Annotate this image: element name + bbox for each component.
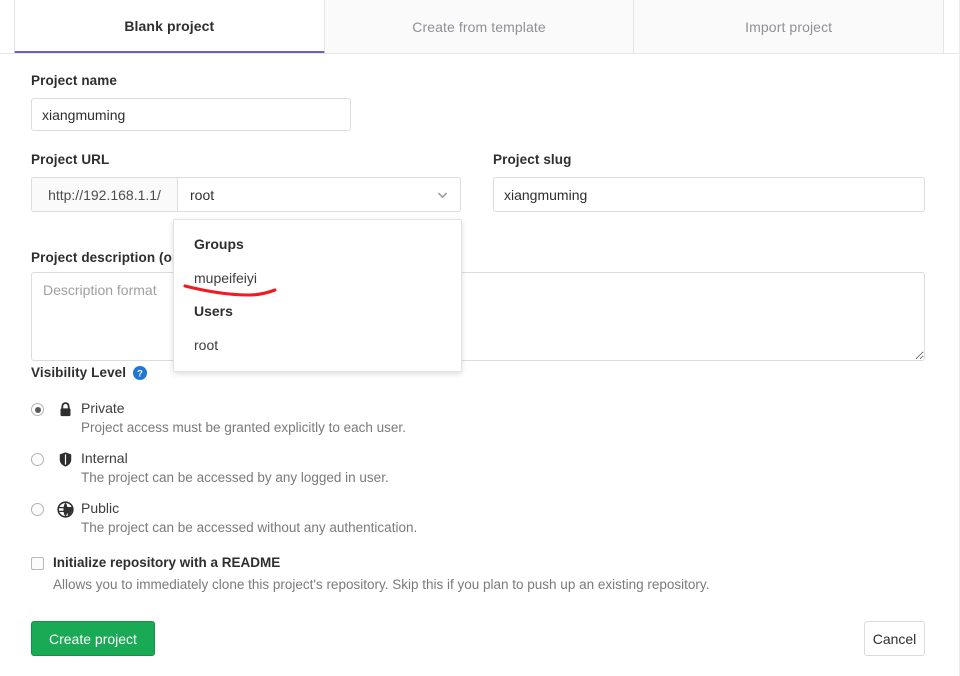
namespace-dropdown-menu[interactable]: Groups mupeifeiyi Users root: [173, 219, 462, 372]
visibility-title: Private: [81, 400, 125, 416]
visibility-description: The project can be accessed by any logge…: [81, 470, 389, 485]
tab-import-project[interactable]: Import project: [634, 0, 945, 54]
visibility-title: Internal: [81, 450, 128, 466]
project-url-prefix: http://192.168.1.1/: [31, 177, 177, 212]
dropdown-groups-header: Groups: [194, 236, 244, 252]
namespace-select-value: root: [190, 186, 215, 203]
project-slug-label: Project slug: [493, 152, 572, 167]
visibility-level-title: Visibility Level: [31, 365, 127, 380]
dropdown-item-root[interactable]: root: [174, 326, 461, 363]
new-project-page: Blank project Create from template Impor…: [0, 0, 960, 676]
svg-text:?: ?: [137, 368, 143, 379]
tab-label: Import project: [745, 18, 833, 35]
project-name-label: Project name: [31, 73, 117, 88]
readme-description: Allows you to immediately clone this pro…: [53, 577, 710, 592]
tab-create-from-template[interactable]: Create from template: [324, 0, 635, 54]
visibility-description: Project access must be granted explicitl…: [81, 420, 406, 435]
readme-checkbox[interactable]: [31, 557, 44, 570]
cancel-button[interactable]: Cancel: [864, 621, 925, 656]
lock-icon: [57, 401, 74, 418]
project-type-tabs: Blank project Create from template Impor…: [14, 0, 945, 54]
project-slug-input[interactable]: [493, 177, 925, 212]
tab-blank-project[interactable]: Blank project: [14, 0, 325, 54]
tab-label: Blank project: [124, 17, 215, 34]
tabs-divider: [0, 53, 960, 54]
globe-icon: [57, 501, 74, 518]
radio-public[interactable]: [31, 503, 44, 516]
project-name-input[interactable]: [31, 98, 351, 131]
namespace-select[interactable]: root: [177, 177, 461, 212]
radio-private[interactable]: [31, 403, 44, 416]
project-description-textarea[interactable]: [31, 272, 925, 361]
chevron-down-icon: [437, 189, 448, 200]
radio-internal[interactable]: [31, 453, 44, 466]
project-url-group: http://192.168.1.1/ root: [31, 177, 461, 212]
tab-label: Create from template: [412, 18, 546, 35]
project-url-label: Project URL: [31, 152, 110, 167]
question-circle-icon[interactable]: ?: [133, 365, 148, 380]
visibility-level-label: Visibility Level ?: [31, 365, 148, 380]
visibility-description: The project can be accessed without any …: [81, 520, 418, 535]
dropdown-users-header: Users: [194, 303, 233, 319]
visibility-title: Public: [81, 500, 120, 516]
readme-title: Initialize repository with a README: [53, 555, 281, 570]
shield-icon: [57, 451, 74, 468]
create-project-button[interactable]: Create project: [31, 621, 155, 656]
dropdown-item-mupeifeiyi[interactable]: mupeifeiyi: [174, 259, 461, 296]
